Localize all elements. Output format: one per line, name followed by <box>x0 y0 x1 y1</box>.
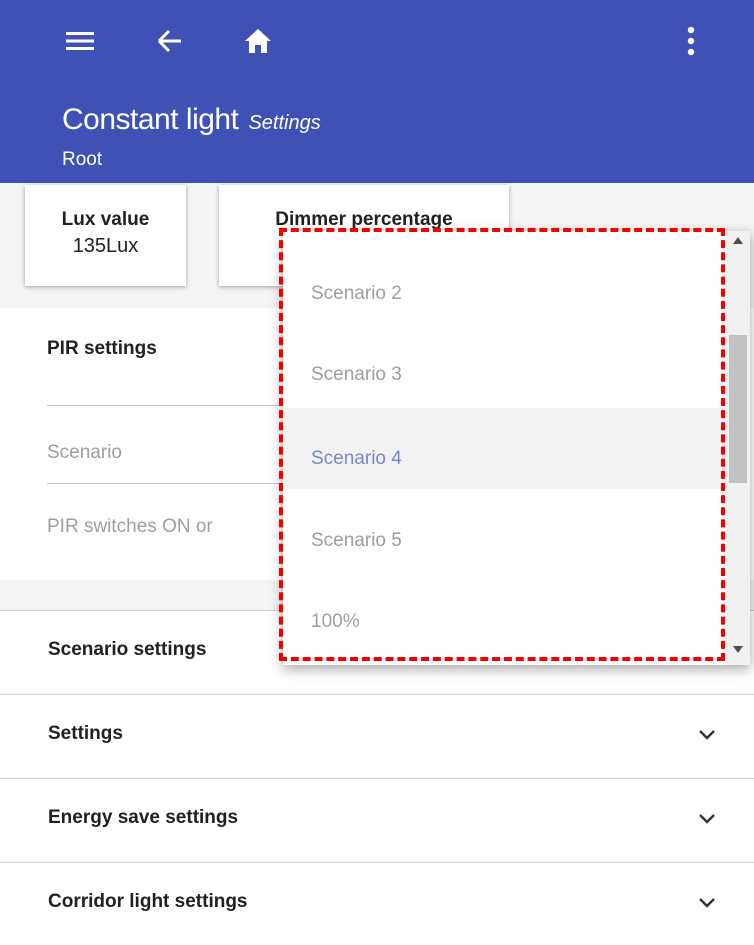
scenario-dropdown-list[interactable]: Scenario 2 Scenario 3 Scenario 4 Scenari… <box>283 231 750 665</box>
lux-value-label: Lux value <box>61 209 150 230</box>
scroll-down-arrow-icon[interactable] <box>733 646 743 653</box>
section-label: Energy save settings <box>48 807 239 828</box>
dropdown-option-selected[interactable]: Scenario 4 <box>283 408 726 489</box>
pir-switch-field[interactable]: PIR switches ON or <box>47 516 213 538</box>
settings-section[interactable]: Settings <box>0 694 754 777</box>
lux-value-card: Lux value 135Lux <box>25 185 186 286</box>
chevron-down-icon[interactable] <box>698 812 716 826</box>
chevron-down-icon[interactable] <box>698 896 716 910</box>
lux-value: 135Lux <box>72 235 139 257</box>
dropdown-option[interactable]: Scenario 3 <box>283 324 726 405</box>
dimmer-percentage-label: Dimmer percentage <box>275 209 453 230</box>
section-label: Scenario settings <box>48 639 207 660</box>
dropdown-scrollbar[interactable] <box>726 231 750 665</box>
dropdown-option[interactable]: 100% <box>283 571 726 652</box>
pir-settings-title: PIR settings <box>47 338 157 359</box>
option-label: 100% <box>311 611 360 632</box>
option-label: Scenario 3 <box>311 364 402 385</box>
corridor-light-settings-section[interactable]: Corridor light settings <box>0 862 754 945</box>
home-icon[interactable] <box>243 26 273 56</box>
app-bar: Constant light Settings Root <box>0 0 754 183</box>
scenario-field[interactable]: Scenario <box>47 442 122 464</box>
option-label: Scenario 5 <box>311 530 402 551</box>
page-title-row: Constant light Settings <box>62 103 321 137</box>
chevron-down-icon[interactable] <box>698 728 716 742</box>
option-label: Scenario 2 <box>311 283 402 304</box>
breadcrumb[interactable]: Root <box>62 149 102 171</box>
section-label: Settings <box>48 723 123 744</box>
option-label: Scenario 4 <box>311 448 402 469</box>
section-label: Corridor light settings <box>48 891 248 912</box>
more-vert-icon[interactable] <box>676 24 706 58</box>
energy-save-settings-section[interactable]: Energy save settings <box>0 778 754 861</box>
dropdown-option[interactable]: Scenario 2 <box>283 243 726 324</box>
page-subtitle: Settings <box>248 112 321 134</box>
scrollbar-thumb[interactable] <box>729 335 747 483</box>
back-arrow-icon[interactable] <box>154 26 184 56</box>
dropdown-option[interactable]: Scenario 5 <box>283 490 726 571</box>
page-title: Constant light <box>62 103 239 136</box>
scroll-up-arrow-icon[interactable] <box>733 237 743 244</box>
menu-icon[interactable] <box>66 27 94 55</box>
